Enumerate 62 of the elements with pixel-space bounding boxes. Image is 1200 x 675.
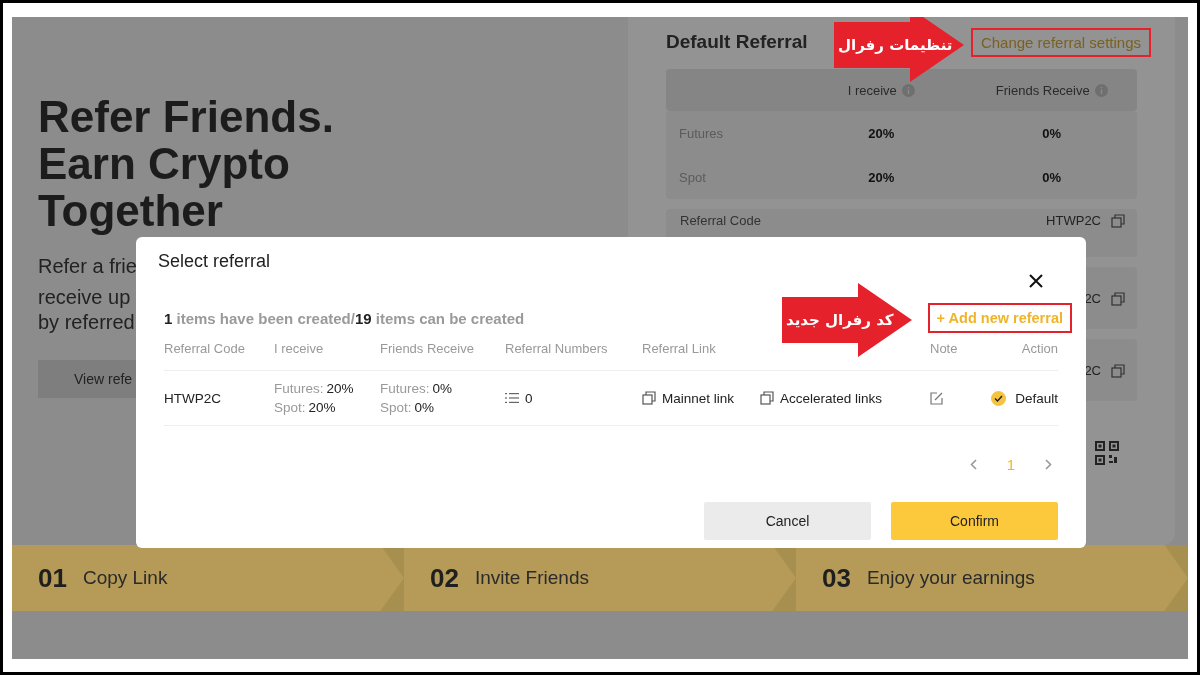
edit-icon [930, 391, 943, 405]
referral-code: HTWP2C [1046, 213, 1101, 228]
info-icon [1094, 83, 1108, 97]
table-cell-text: 0% [1041, 169, 1063, 185]
column-header: Referral Code [164, 339, 274, 371]
check-icon [994, 394, 1004, 402]
column-header: I receive [274, 339, 380, 371]
hero-text: Refer a frie [38, 254, 137, 279]
row-label: Referral Code [680, 213, 761, 228]
callout-text: کد رفرال جدید [785, 311, 894, 329]
column-header: Friends Receive [380, 339, 505, 371]
edit-note-button[interactable] [930, 391, 943, 405]
card-title: Default Referral [666, 31, 808, 53]
chevron-left-icon [969, 458, 977, 470]
hero-title: Earn Crypto [38, 140, 291, 187]
step-label: Invite Friends [474, 567, 589, 589]
chevron-right-icon [1045, 458, 1052, 470]
link-text: 2C [1084, 363, 1101, 378]
hero-title: Refer Friends. [38, 93, 335, 140]
table-cell: Futures: 0% [380, 381, 453, 396]
previous-page-button[interactable] [967, 456, 979, 472]
info-icon [901, 83, 915, 97]
column-header: I receive [847, 82, 897, 98]
action-label: Default [1015, 390, 1058, 406]
cancel-button[interactable]: Cancel [704, 502, 871, 540]
step-label: Enjoy your earnings [866, 567, 1035, 589]
close-icon [1029, 274, 1043, 288]
table-cell: Spot: 20% [274, 400, 336, 415]
copy-icon [1111, 291, 1125, 306]
dialog-title: Select referral [158, 251, 271, 272]
default-radio[interactable] [991, 390, 1007, 406]
table-cell-text: 20% [867, 169, 896, 185]
summary-text: 1 items have been created/19 items can be created [164, 309, 525, 327]
copy-icon [760, 391, 774, 405]
column-header: Referral Numbers [505, 339, 642, 371]
table-cell: Spot: 0% [380, 400, 435, 415]
column-header: Action [985, 339, 1058, 371]
copy-icon [642, 391, 656, 405]
column-header: Note [930, 339, 985, 371]
next-page-button[interactable] [1043, 456, 1054, 472]
table-cell: HTWP2C [164, 371, 274, 426]
copy-icon [1111, 363, 1125, 378]
copy-link[interactable]: Mainnet link [642, 390, 735, 406]
table-cell-text: 20% [867, 125, 896, 141]
hero-text: by referred [38, 310, 135, 335]
table-cell-text: 0% [1041, 125, 1063, 141]
hero-title: Together [38, 187, 223, 234]
step-label: Copy Link [82, 567, 168, 589]
table-cell: 0 [525, 390, 533, 406]
link-text: 2C [1084, 291, 1101, 306]
copy-link[interactable]: Accelerated links [760, 390, 883, 406]
step-number: 02 [430, 562, 459, 594]
step-number: 01 [38, 562, 67, 594]
table-cell: Futures: 20% [274, 381, 354, 396]
list-icon [505, 392, 519, 404]
qr-code-icon [1095, 441, 1119, 465]
column-header: Friends Receive [995, 82, 1090, 98]
callout-text: تنظیمات رفرال [837, 36, 953, 54]
step-number: 03 [822, 562, 851, 594]
hero-text: receive up [38, 285, 131, 310]
copy-icon [1111, 213, 1125, 228]
confirm-button[interactable]: Confirm [891, 502, 1058, 540]
